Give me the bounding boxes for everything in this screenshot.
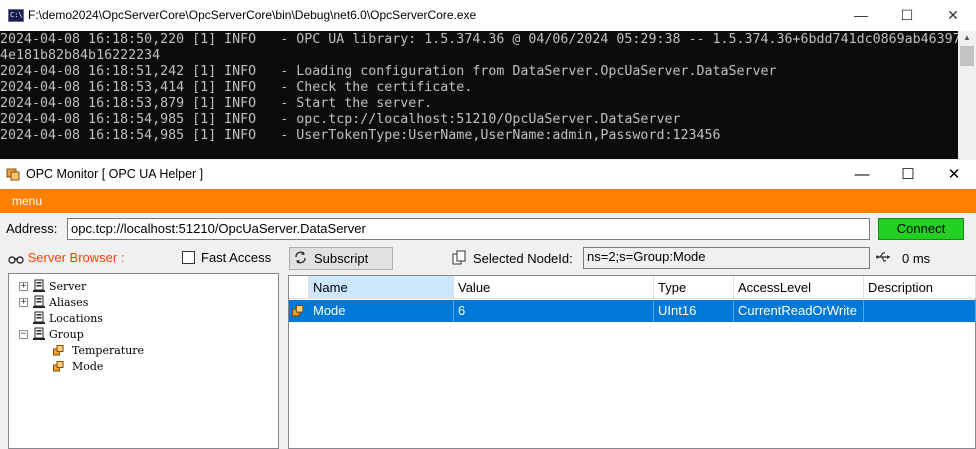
copy-icon[interactable] xyxy=(452,250,466,265)
console-minimize-button[interactable]: — xyxy=(838,0,884,31)
tag-icon xyxy=(292,305,304,317)
column-header-value[interactable]: Value xyxy=(454,276,654,299)
address-input[interactable]: opc.tcp://localhost:51210/OpcUaServer.Da… xyxy=(67,218,870,240)
cell-type[interactable]: UInt16 xyxy=(654,300,734,322)
binoculars-icon xyxy=(8,255,24,264)
grid-row-header-corner xyxy=(289,276,309,299)
column-header-name[interactable]: Name xyxy=(309,276,454,299)
monitor-title: OPC Monitor [ OPC UA Helper ] xyxy=(26,167,204,181)
tag-icon xyxy=(53,361,64,372)
column-header-type[interactable]: Type xyxy=(654,276,734,299)
tree-node-label: Group xyxy=(49,328,84,341)
console-line: 2024-04-08 16:18:53,414 [1] INFO - Check… xyxy=(0,80,473,95)
tree-node-label: Locations xyxy=(49,312,103,325)
tree-node-label: Server xyxy=(49,280,87,293)
fast-access-checkbox[interactable] xyxy=(182,251,195,264)
server-icon xyxy=(33,279,45,292)
cell-name[interactable]: Mode xyxy=(309,300,454,322)
expand-icon[interactable]: + xyxy=(19,298,28,307)
console-log-lines: 2024-04-08 16:18:50,220 [1] INFO - OPC U… xyxy=(0,31,958,144)
cell-description[interactable] xyxy=(864,300,976,322)
cell-accesslevel[interactable]: CurrentReadOrWrite xyxy=(734,300,864,322)
column-header-accesslevel[interactable]: AccessLevel xyxy=(734,276,864,299)
server-icon xyxy=(33,327,45,340)
console-app-icon: C:\ xyxy=(8,9,24,22)
column-header-description[interactable]: Description xyxy=(864,276,976,299)
server-browser-label: Server Browser : xyxy=(8,250,124,265)
collapse-icon[interactable]: − xyxy=(19,330,28,339)
opc-app-icon xyxy=(6,168,20,181)
monitor-maximize-button[interactable]: ☐ xyxy=(886,160,930,189)
address-label: Address: xyxy=(6,221,58,236)
console-output: 2024-04-08 16:18:50,220 [1] INFO - OPC U… xyxy=(0,31,958,159)
monitor-minimize-button[interactable]: — xyxy=(840,160,884,189)
refresh-icon xyxy=(295,251,306,264)
expand-icon[interactable]: + xyxy=(19,282,28,291)
console-line: 2024-04-08 16:18:54,985 [1] INFO - UserT… xyxy=(0,128,721,143)
selected-nodeid-field[interactable]: ns=2;s=Group:Mode xyxy=(583,247,870,269)
tree-node-label: Aliases xyxy=(49,296,89,309)
menu-item[interactable]: menu xyxy=(12,194,42,208)
console-line: 4e181b82b84b16222234 xyxy=(0,48,161,63)
console-line: 2024-04-08 16:18:53,879 [1] INFO - Start… xyxy=(0,96,433,111)
menu-bar xyxy=(0,189,976,213)
latency-label: 0 ms xyxy=(902,251,931,266)
tree-node-label: Mode xyxy=(72,360,104,373)
scroll-up-arrow-icon[interactable]: ▲ xyxy=(958,31,976,45)
console-maximize-button[interactable]: ☐ xyxy=(884,0,930,31)
monitor-close-button[interactable]: ✕ xyxy=(932,160,976,189)
console-scroll-thumb[interactable] xyxy=(960,46,974,66)
server-icon xyxy=(33,311,45,324)
console-line: 2024-04-08 16:18:50,220 [1] INFO - OPC U… xyxy=(0,32,958,47)
server-browser-tree[interactable]: + Server + Aliases Locations − Group Tem… xyxy=(8,273,279,449)
fast-access-label[interactable]: Fast Access xyxy=(201,250,271,265)
server-browser-text: Server Browser : xyxy=(27,250,125,265)
cell-value[interactable]: 6 xyxy=(454,300,654,322)
connect-button[interactable]: Connect xyxy=(878,218,964,240)
console-title: F:\demo2024\OpcServerCore\OpcServerCore\… xyxy=(28,8,477,22)
console-line: 2024-04-08 16:18:51,242 [1] INFO - Loadi… xyxy=(0,64,777,79)
selected-nodeid-label: Selected NodeId: xyxy=(473,251,573,266)
tag-icon xyxy=(53,345,64,356)
subscript-button-label: Subscript xyxy=(314,251,369,266)
console-line: 2024-04-08 16:18:54,985 [1] INFO - opc.t… xyxy=(0,112,681,127)
usb-icon xyxy=(876,252,890,262)
console-close-button[interactable]: ✕ xyxy=(930,0,976,31)
tree-node-label: Temperature xyxy=(72,344,145,357)
server-icon xyxy=(33,295,45,308)
